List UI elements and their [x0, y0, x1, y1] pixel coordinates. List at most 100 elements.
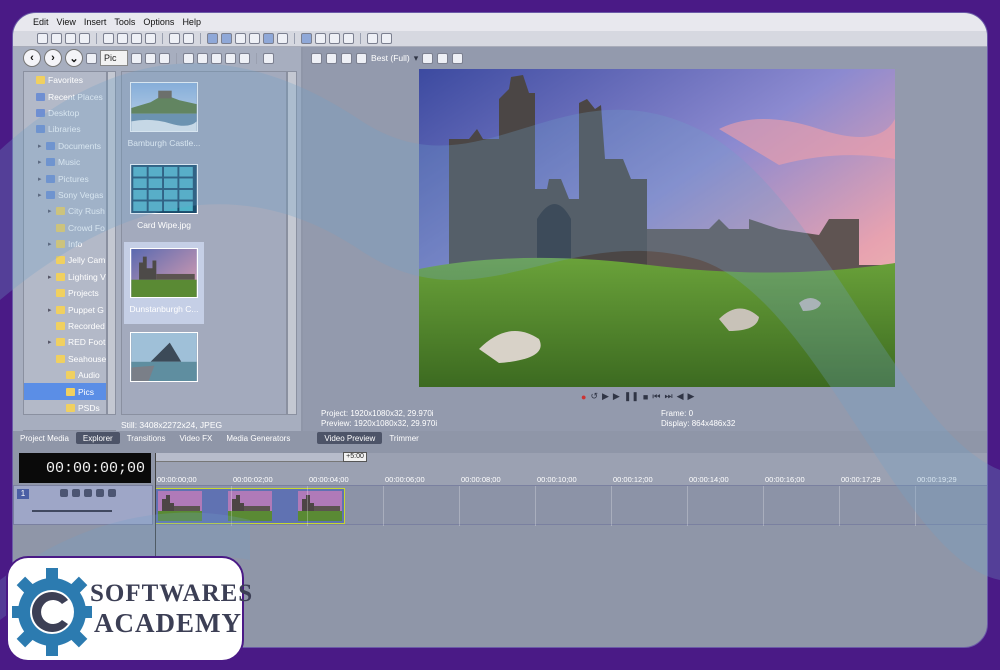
track-level-slider[interactable]	[32, 510, 112, 512]
tree-item[interactable]: ▸ Pictures	[24, 170, 106, 186]
previous-frame-icon[interactable]: ◀	[677, 391, 684, 402]
file-item[interactable]: Bamburgh Castle...	[124, 76, 204, 158]
stop-icon[interactable]: ■	[643, 392, 648, 402]
pause-icon[interactable]: ❚❚	[624, 391, 639, 402]
menu-insert[interactable]: Insert	[84, 17, 107, 27]
tree-item[interactable]: ▸ Lighting V	[24, 269, 106, 285]
record-icon[interactable]: ●	[581, 392, 586, 402]
auto-preview-icon[interactable]	[211, 52, 222, 64]
expand-arrow-icon[interactable]: ▸	[38, 191, 46, 199]
tree-item[interactable]: Recorded	[24, 318, 106, 334]
tab-trimmer[interactable]: Trimmer	[382, 432, 425, 444]
play-icon[interactable]	[183, 52, 194, 64]
external-monitor-icon[interactable]	[326, 52, 337, 64]
preview-fx-icon[interactable]	[341, 52, 352, 64]
delete-icon[interactable]	[145, 33, 156, 44]
tree-item[interactable]: Recent Places	[24, 88, 106, 104]
close-icon[interactable]	[145, 52, 156, 64]
menu-help[interactable]: Help	[182, 17, 201, 27]
loop-playback-icon[interactable]: ↺	[590, 391, 598, 402]
ripple-edit-icon[interactable]	[235, 33, 246, 44]
tree-item[interactable]: Seahouse	[24, 351, 106, 367]
tree-item[interactable]: Crowd Fo	[24, 220, 106, 236]
tree-item[interactable]: ▸ Documents	[24, 138, 106, 154]
expand-arrow-icon[interactable]: ▸	[48, 273, 56, 281]
tree-item[interactable]: Jelly Cam	[24, 252, 106, 268]
tree-item[interactable]: ▸ City Rush	[24, 203, 106, 219]
loop-region-bar[interactable]	[155, 453, 345, 462]
file-item[interactable]: Card Wipe.jpg	[124, 158, 204, 240]
copy-icon[interactable]	[117, 33, 128, 44]
file-item-selected[interactable]: Dunstanburgh C...	[124, 242, 204, 324]
expand-arrow-icon[interactable]: ▸	[48, 240, 56, 248]
menu-edit[interactable]: Edit	[33, 17, 49, 27]
solo-icon[interactable]	[108, 489, 116, 497]
tab-media-generators[interactable]: Media Generators	[219, 432, 297, 444]
folder-icon[interactable]	[86, 52, 97, 64]
redo-icon[interactable]	[183, 33, 194, 44]
menu-view[interactable]: View	[57, 17, 76, 27]
menu-options[interactable]: Options	[143, 17, 174, 27]
split-screen-icon[interactable]	[356, 52, 367, 64]
new-icon[interactable]	[37, 33, 48, 44]
tree-item[interactable]: ▸ Music	[24, 154, 106, 170]
tab-transitions[interactable]: Transitions	[120, 432, 173, 444]
snapping-icon[interactable]	[207, 33, 218, 44]
tree-item[interactable]: ▸ Sony Vegas	[24, 187, 106, 203]
tab-video-fx[interactable]: Video FX	[173, 432, 220, 444]
tab-explorer[interactable]: Explorer	[75, 432, 120, 444]
tab-video-preview[interactable]: Video Preview	[317, 432, 383, 444]
timeline-ruler[interactable]: +5:00 00:00:00;00 00:00:02;00 00:00:04;00 0…	[155, 452, 987, 485]
normal-edit-tool-icon[interactable]	[301, 33, 312, 44]
copy-snapshot-icon[interactable]	[437, 52, 449, 64]
whats-this-icon[interactable]	[381, 33, 392, 44]
open-icon[interactable]	[51, 33, 62, 44]
envelope-edit-icon[interactable]	[277, 33, 288, 44]
tree-item[interactable]: ▸ Puppet G	[24, 301, 106, 317]
play-from-start-icon[interactable]: ▶	[602, 391, 609, 402]
ignore-grouping-icon[interactable]	[263, 33, 274, 44]
track-fx-icon[interactable]	[72, 489, 80, 497]
auto-crossfade-icon[interactable]	[221, 33, 232, 44]
expand-arrow-icon[interactable]: ▸	[48, 207, 56, 215]
cut-icon[interactable]	[103, 33, 114, 44]
next-frame-icon[interactable]: ▶	[688, 391, 695, 402]
tree-item[interactable]: ▸ RED Foot	[24, 334, 106, 350]
play-icon[interactable]: ▶	[613, 391, 620, 402]
envelope-tool-icon[interactable]	[315, 33, 326, 44]
stop-icon[interactable]	[197, 52, 208, 64]
tree-item[interactable]: Audio	[24, 367, 106, 383]
save-snapshot-icon[interactable]	[452, 52, 464, 64]
go-to-start-icon[interactable]: ⏮	[652, 391, 660, 402]
views-icon[interactable]	[263, 52, 274, 64]
tree-item[interactable]: ▸ Info	[24, 236, 106, 252]
back-icon[interactable]: ‹	[23, 49, 41, 67]
tree-item[interactable]: PSDs	[24, 400, 106, 414]
save-icon[interactable]	[65, 33, 76, 44]
path-field[interactable]: Pic	[100, 50, 128, 66]
lock-envelopes-icon[interactable]	[249, 33, 260, 44]
expand-arrow-icon[interactable]: ▸	[48, 338, 56, 346]
tab-project-media[interactable]: Project Media	[13, 432, 76, 444]
chevron-down-icon[interactable]: ▾	[414, 53, 419, 64]
tree-vertical-scrollbar[interactable]	[107, 71, 116, 415]
selection-tool-icon[interactable]	[329, 33, 340, 44]
search-icon[interactable]	[239, 52, 250, 64]
expand-arrow-icon[interactable]: ▸	[38, 158, 46, 166]
track-motion-icon[interactable]	[60, 489, 68, 497]
compositing-mode-icon[interactable]	[84, 489, 92, 497]
tree-item[interactable]: Desktop	[24, 105, 106, 121]
refresh-icon[interactable]	[131, 52, 142, 64]
paste-icon[interactable]	[131, 33, 142, 44]
tree-item[interactable]: Libraries	[24, 121, 106, 137]
file-item[interactable]	[124, 326, 204, 408]
tree-item[interactable]: Favorites	[24, 72, 106, 88]
tree-item[interactable]: Projects	[24, 285, 106, 301]
expand-arrow-icon[interactable]: ▸	[48, 306, 56, 314]
up-folder-icon[interactable]: ⌄	[65, 49, 83, 67]
tree-item[interactable]: Pics	[24, 383, 106, 400]
preview-quality-dropdown[interactable]: Best (Full)	[371, 53, 410, 63]
forward-icon[interactable]: ›	[44, 49, 62, 67]
project-properties-icon[interactable]	[311, 52, 322, 64]
expand-arrow-icon[interactable]: ▸	[38, 175, 46, 183]
